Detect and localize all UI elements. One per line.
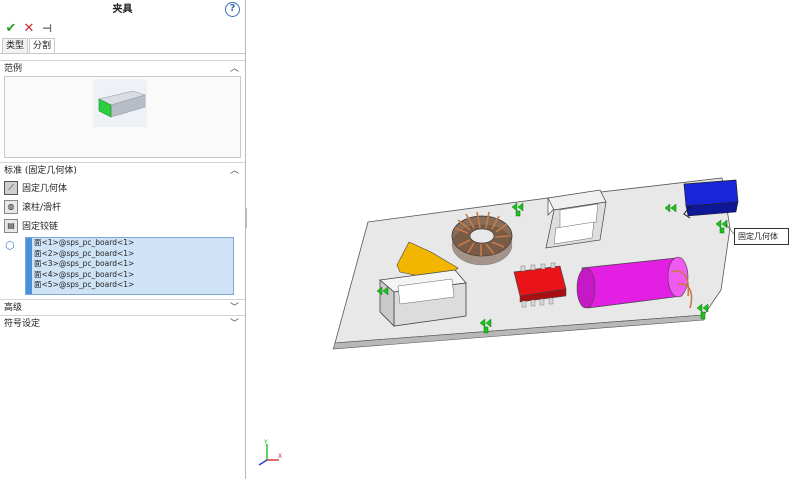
pushpin-icon[interactable]: ⊣ <box>40 22 54 36</box>
fixed-geometry-tooltip: 固定几何体 <box>734 228 789 245</box>
axis-y-label: Y <box>263 439 268 446</box>
section-advanced-header[interactable]: 高级 ﹀ <box>0 299 245 315</box>
option-fixed-hinge-label: 固定铰链 <box>22 222 59 232</box>
face-cube-icon: ⬡ <box>5 239 15 252</box>
section-symbol-header[interactable]: 符号设定 ﹀ <box>0 315 245 331</box>
fixed-geometry-icon: ⟋ <box>4 180 18 195</box>
standard-options-list: ⟋ 固定几何体 ◍ 滚柱/滑杆 ▤ 固定铰链 <box>0 178 245 235</box>
option-fixed-geometry[interactable]: ⟋ 固定几何体 <box>4 178 241 197</box>
option-fixed-hinge[interactable]: ▤ 固定铰链 <box>4 216 241 235</box>
section-standard-header[interactable]: 标准 (固定几何体) ︿ <box>0 162 245 178</box>
ok-checkmark-icon[interactable]: ✔ <box>4 22 18 36</box>
list-item[interactable]: 面<1>@sps_pc_board<1> <box>26 238 233 249</box>
tab-split[interactable]: 分割 <box>29 38 56 53</box>
section-standard-label: 标准 (固定几何体) <box>4 166 77 176</box>
3d-model-viewport[interactable] <box>247 0 800 479</box>
transistor-pack[interactable] <box>545 189 607 249</box>
chevron-down-icon[interactable]: ﹀ <box>230 316 239 332</box>
blue-battery[interactable] <box>683 179 739 219</box>
list-item[interactable]: 面<3>@sps_pc_board<1> <box>26 259 233 270</box>
section-advanced-label: 高级 <box>4 303 23 313</box>
action-bar: ✔ ✕ ⊣ <box>0 20 245 38</box>
fixed-geometry-example-image <box>93 79 147 127</box>
triad-axis-indicator: Y X <box>258 439 282 466</box>
option-roller-slider-label: 滚柱/滑杆 <box>22 203 62 213</box>
roller-slider-icon: ◍ <box>4 199 18 214</box>
selection-accent-bar <box>26 238 32 294</box>
panel-title: 夹具 <box>112 4 133 15</box>
list-item[interactable]: 面<2>@sps_pc_board<1> <box>26 249 233 260</box>
type-split-tabs: 类型 分割 <box>0 38 245 54</box>
white-connector-box[interactable] <box>379 269 467 327</box>
cancel-x-icon[interactable]: ✕ <box>22 22 36 36</box>
section-example-label: 范例 <box>4 64 23 74</box>
chevron-down-icon[interactable]: ﹀ <box>230 300 239 316</box>
option-fixed-geometry-label: 固定几何体 <box>22 184 68 194</box>
help-icon[interactable]: ? <box>225 2 240 17</box>
list-item[interactable]: 面<5>@sps_pc_board<1> <box>26 280 233 291</box>
section-symbol-label: 符号设定 <box>4 319 41 329</box>
tab-type[interactable]: 类型 <box>2 38 29 53</box>
option-roller-slider[interactable]: ◍ 滚柱/滑杆 <box>4 197 241 216</box>
example-preview-box <box>4 76 241 158</box>
section-example-header[interactable]: 范例 ︿ <box>0 60 245 76</box>
faces-selection-row: ⬡ 面<1>@sps_pc_board<1> 面<2>@sps_pc_board… <box>0 237 245 299</box>
chevron-up-icon[interactable]: ︿ <box>230 163 239 179</box>
faces-selection-list[interactable]: 面<1>@sps_pc_board<1> 面<2>@sps_pc_board<1… <box>25 237 234 295</box>
list-item[interactable]: 面<4>@sps_pc_board<1> <box>26 270 233 281</box>
chevron-up-icon[interactable]: ︿ <box>230 61 239 77</box>
property-manager-panel: 夹具 ? ✔ ✕ ⊣ 类型 分割 范例 ︿ 标准 (固定几何体) ︿ ⟋ 固定几… <box>0 0 246 479</box>
panel-title-bar: 夹具 ? <box>0 0 245 20</box>
fixed-hinge-icon: ▤ <box>4 218 18 233</box>
axis-x-label: X <box>278 453 282 460</box>
